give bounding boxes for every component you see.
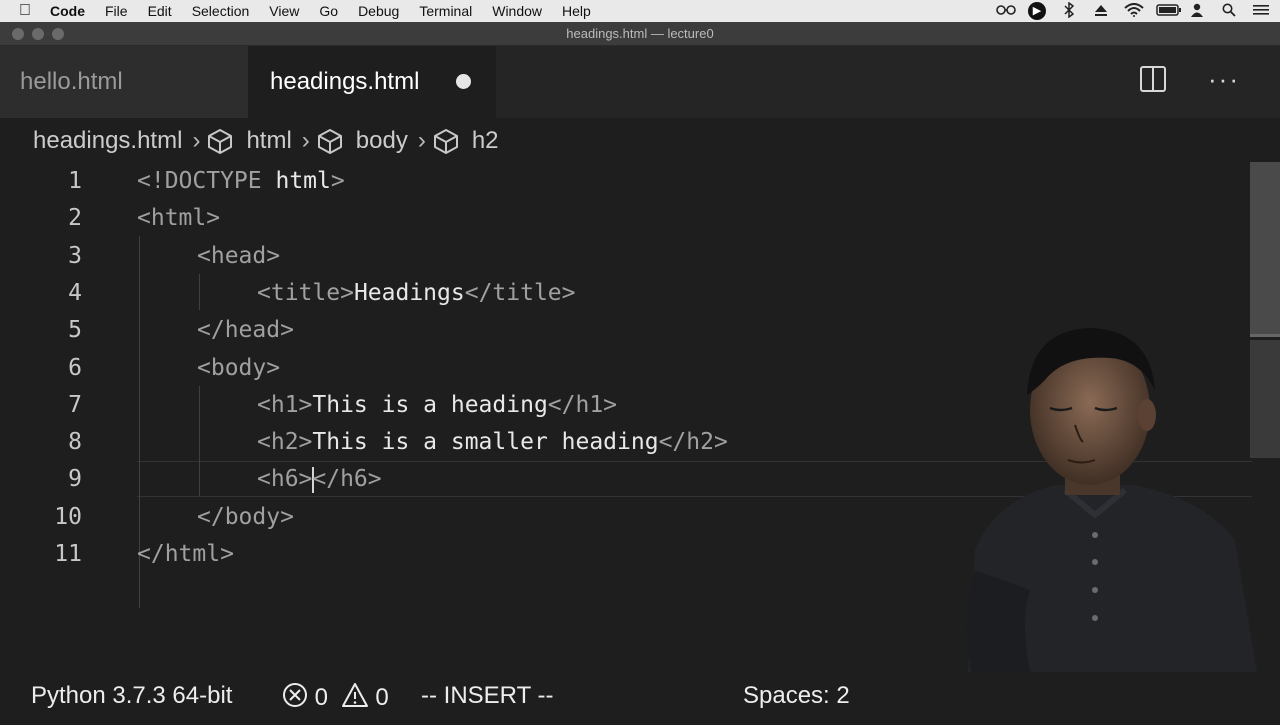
html-tag-token: </h1> (547, 391, 618, 418)
line-number: 10 (54, 503, 82, 530)
user-icon[interactable] (1188, 3, 1206, 20)
menu-bar:  Code File Edit Selection View Go Debug… (0, 0, 1280, 22)
line-number: 4 (68, 279, 82, 306)
tab-label: headings.html (270, 68, 420, 95)
html-tag-token: <h6> (257, 466, 313, 493)
code-text: </body> (197, 499, 294, 536)
code-text: <head> (197, 238, 280, 275)
unsaved-dot-icon[interactable] (456, 74, 471, 89)
html-tag-token: </h6> (312, 466, 382, 493)
symbol-cube-icon (316, 127, 344, 155)
indentation-setting[interactable]: Spaces: 2 (743, 682, 850, 710)
breadcrumb-h2[interactable]: h2 (472, 127, 499, 155)
chevron-right-icon: › (301, 127, 310, 154)
menu-window[interactable]: Window (492, 3, 542, 19)
html-tag-token: <head> (197, 242, 281, 269)
menu-selection[interactable]: Selection (192, 3, 250, 19)
warning-icon (341, 682, 369, 715)
record-icon[interactable]: ▶ (1028, 2, 1046, 20)
menu-terminal[interactable]: Terminal (419, 3, 472, 19)
symbol-cube-icon (206, 127, 234, 155)
line-number: 5 (68, 317, 82, 344)
line-number: 1 (68, 168, 82, 194)
tab-actions: ··· (1140, 66, 1240, 92)
code-text: <html> (137, 200, 220, 237)
search-icon[interactable] (1220, 3, 1238, 20)
line-number: 2 (68, 205, 82, 232)
wifi-icon[interactable] (1124, 2, 1144, 20)
eject-icon[interactable] (1092, 3, 1110, 20)
menu-file[interactable]: File (105, 3, 128, 19)
problems-indicator[interactable]: 0 0 (282, 682, 389, 715)
code-text: </html> (137, 536, 234, 573)
html-tag-token: </head> (197, 317, 294, 344)
html-tag-token: <body> (197, 354, 281, 381)
text-token: html (275, 168, 331, 194)
html-tag-token: </body> (197, 503, 294, 530)
tab-headings-html[interactable]: headings.html (248, 46, 496, 118)
window-title: headings.html — lecture0 (566, 26, 714, 41)
code-text: </head> (197, 312, 294, 349)
vim-mode: -- INSERT -- (421, 682, 554, 709)
code-line[interactable]: 1 <!DOCTYPE html> (0, 163, 1250, 200)
breadcrumb-html[interactable]: html (246, 127, 291, 155)
status-tray: ▶ (996, 0, 1270, 22)
html-tag-token: </html> (137, 541, 234, 567)
breadcrumb-body[interactable]: body (356, 127, 408, 155)
battery-icon[interactable] (1156, 3, 1181, 19)
html-tag-token: </h2> (658, 429, 728, 456)
line-number: 8 (68, 429, 82, 456)
symbol-cube-icon (432, 127, 460, 155)
html-tag-token: <html> (137, 205, 221, 232)
html-tag-token: <h2> (257, 429, 313, 456)
list-icon[interactable] (1252, 3, 1270, 19)
presenter-video (785, 300, 1280, 720)
editor-tab-bar: hello.html headings.html ··· (0, 46, 1280, 118)
html-tag-token: <h1> (257, 391, 313, 418)
apple-menu-icon[interactable]:  (18, 2, 32, 20)
code-text: <h2>This is a smaller heading</h2> (257, 424, 728, 461)
tab-label: hello.html (20, 68, 123, 95)
error-icon (282, 682, 308, 715)
html-tag-token: > (330, 168, 345, 194)
text-token: Headings (353, 279, 465, 306)
line-number: 6 (68, 354, 82, 381)
window-titlebar: headings.html — lecture0 (0, 22, 1280, 46)
menu-debug[interactable]: Debug (358, 3, 399, 19)
status-bar: Python 3.7.3 64-bit 0 0 -- INSERT -- Spa… (0, 672, 1280, 720)
line-number: 11 (54, 541, 82, 567)
menu-go[interactable]: Go (319, 3, 338, 19)
more-actions-icon[interactable]: ··· (1208, 66, 1240, 92)
menu-app-code[interactable]: Code (50, 3, 85, 19)
line-number: 3 (68, 242, 82, 269)
warning-count: 0 (375, 683, 389, 711)
code-text: <body> (197, 350, 280, 387)
error-count: 0 (314, 683, 329, 711)
split-editor-icon[interactable] (1140, 66, 1167, 92)
code-line[interactable]: 2 <html> (0, 200, 1250, 237)
breadcrumb-file[interactable]: headings.html (33, 127, 182, 155)
code-text: <title>Headings</title> (257, 275, 576, 312)
chevron-right-icon: › (417, 127, 426, 154)
bluetooth-icon[interactable] (1060, 1, 1078, 21)
code-text: <h6></h6> (257, 461, 382, 498)
html-tag-token: <title> (257, 279, 354, 306)
menu-view[interactable]: View (269, 3, 299, 19)
html-tag-token: <!DOCTYPE (137, 168, 276, 194)
tab-hello-html[interactable]: hello.html (0, 46, 248, 118)
menu-edit[interactable]: Edit (148, 3, 172, 19)
line-number: 9 (68, 466, 82, 493)
text-token: This is a heading (312, 391, 548, 418)
breadcrumb: headings.html › html › body › h2 (33, 120, 499, 162)
text-token: This is a smaller heading (312, 429, 659, 456)
code-text: <!DOCTYPE html> (137, 163, 345, 200)
menu-help[interactable]: Help (562, 3, 591, 19)
python-interpreter[interactable]: Python 3.7.3 64-bit (31, 682, 232, 710)
chevron-right-icon: › (192, 127, 201, 154)
line-number: 7 (68, 391, 82, 418)
html-tag-token: </title> (464, 279, 576, 306)
code-text: <h1>This is a heading</h1> (257, 387, 617, 424)
code-line[interactable]: 3 <head> (0, 238, 1250, 275)
glasses-icon[interactable] (996, 3, 1016, 19)
